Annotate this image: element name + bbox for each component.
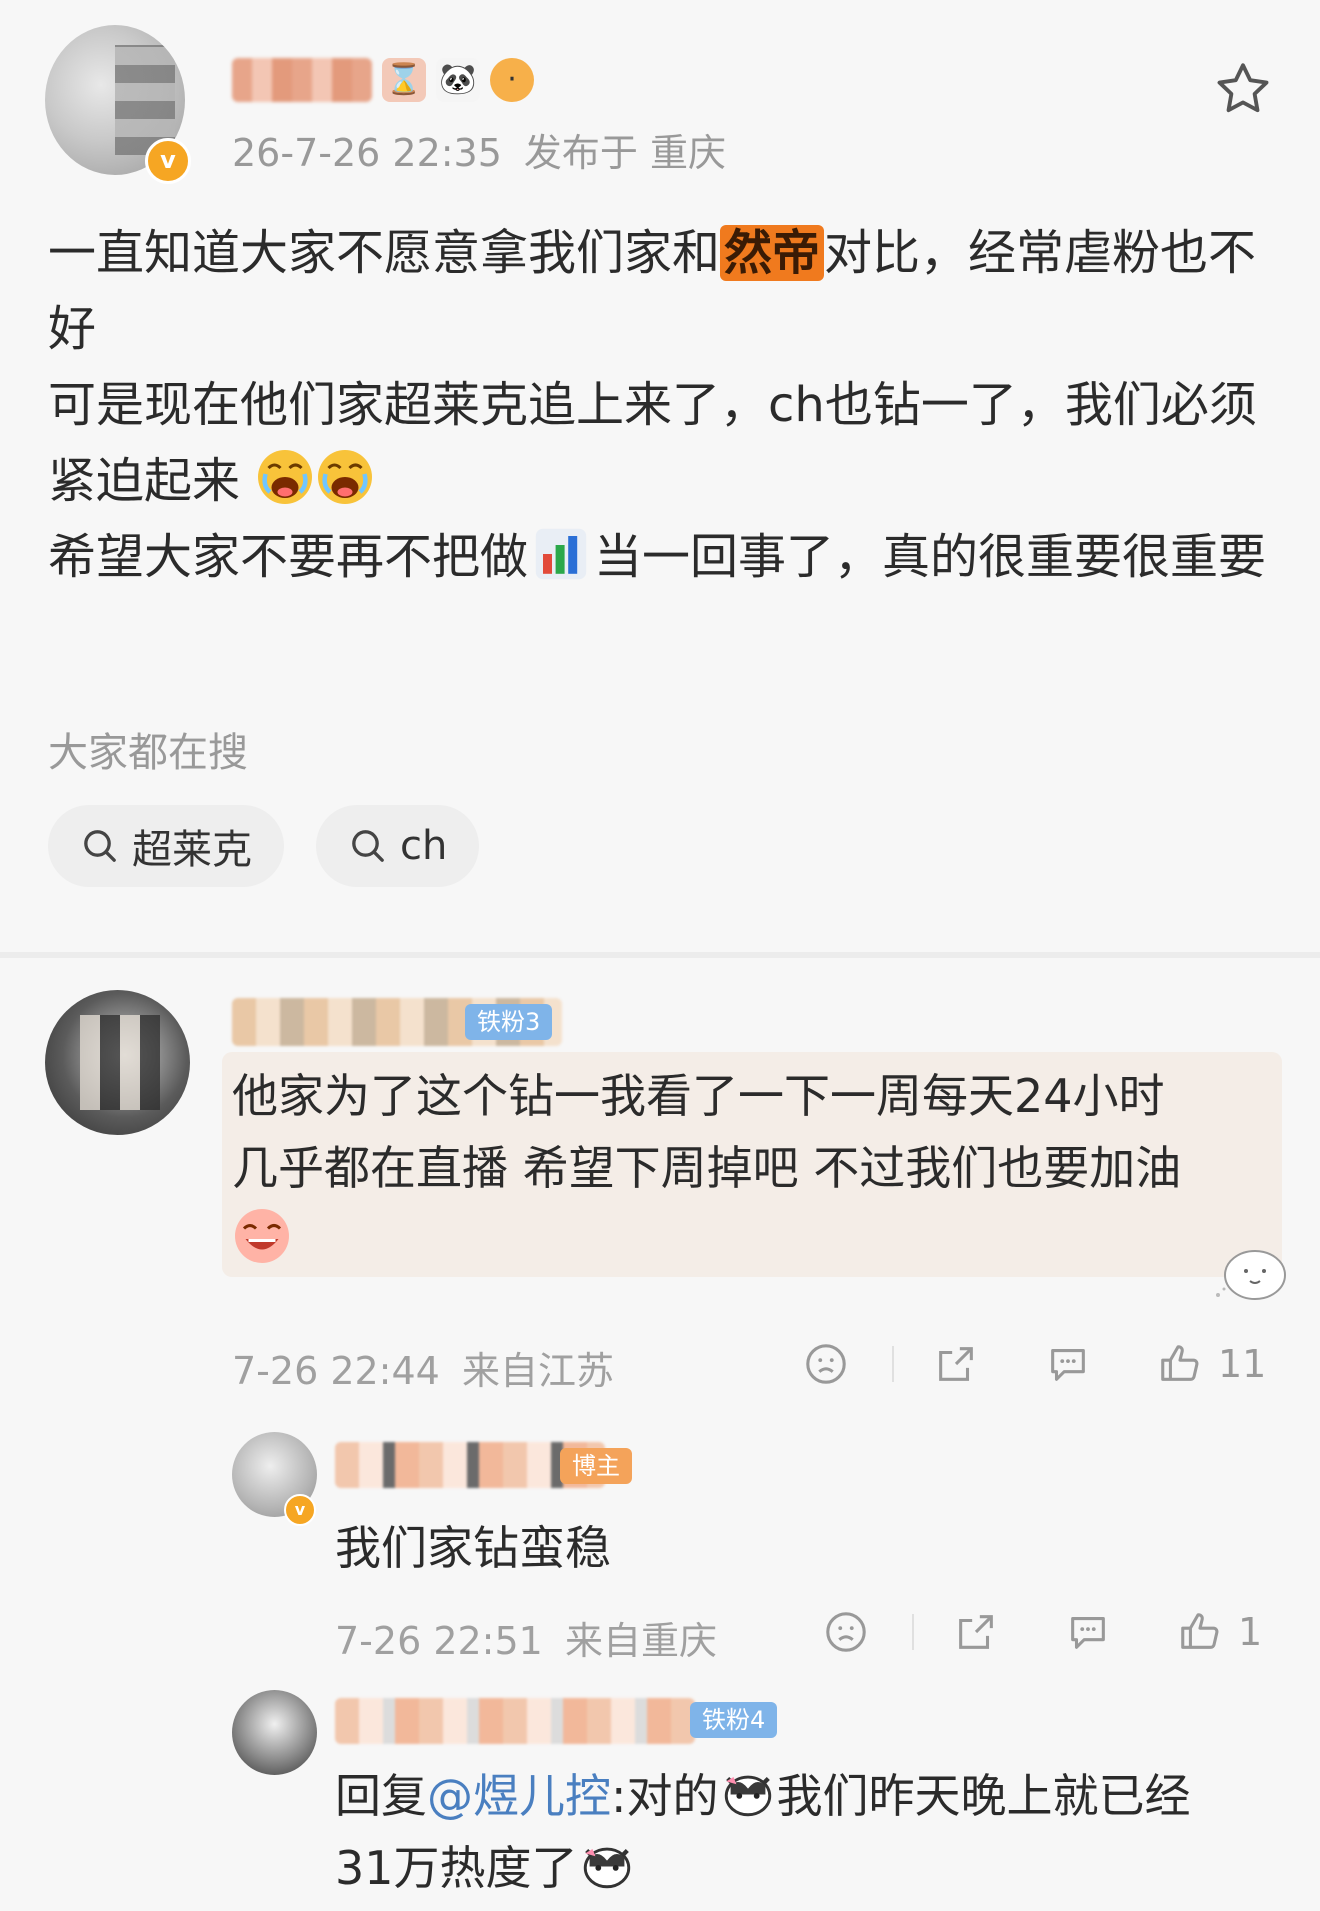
fan-badge: 铁粉4 bbox=[690, 1702, 778, 1738]
fan-badge: 铁粉3 bbox=[465, 1004, 553, 1040]
author-name-blurred bbox=[232, 58, 372, 102]
verified-badge-icon: v bbox=[284, 1494, 316, 1526]
bubble-sticker-icon bbox=[1216, 1250, 1286, 1300]
dislike-button[interactable] bbox=[800, 1338, 852, 1390]
comment-text: 他家为了这个钻一我看了一下一周每天24小时 几乎都在直播 希望下周掉吧 不过我们… bbox=[232, 1060, 1282, 1276]
bar-chart-emoji-icon bbox=[535, 528, 587, 580]
comment-meta: 7-26 22:44 来自江苏 bbox=[232, 1349, 614, 1393]
reply-button[interactable] bbox=[1042, 1338, 1094, 1390]
action-separator bbox=[892, 1346, 894, 1382]
action-separator bbox=[912, 1614, 914, 1650]
share-button[interactable] bbox=[930, 1338, 982, 1390]
post-card: v ⌛ 🐼 · 26-7-26 22:35 发布于 重庆 一直知道大家不愿意拿我们… bbox=[0, 0, 1320, 950]
trending-search-title: 大家都在搜 bbox=[48, 730, 248, 776]
search-icon bbox=[84, 830, 116, 862]
reply-actions: 1 bbox=[820, 1606, 1262, 1658]
mention-link[interactable]: @煜儿控 bbox=[427, 1769, 611, 1823]
like-button[interactable] bbox=[1174, 1606, 1226, 1658]
section-divider bbox=[0, 952, 1320, 958]
reply-button[interactable] bbox=[1062, 1606, 1114, 1658]
reply-avatar[interactable] bbox=[232, 1690, 317, 1775]
comment-icon bbox=[1051, 1349, 1085, 1381]
post-meta: 26-7-26 22:35 发布于 重庆 bbox=[232, 122, 726, 177]
reply-text: 回复@煜儿控:对的 我们昨天晚上就已经 31万热度了 bbox=[335, 1760, 1285, 1904]
post-paragraph-3: 希望大家不要再不把做 当一回事了，真的很重要很重要 bbox=[48, 528, 1267, 585]
crying-face-emoji-icon bbox=[318, 450, 373, 504]
orange-face-icon: · bbox=[490, 58, 534, 102]
reply-author-name-blurred[interactable] bbox=[335, 1698, 695, 1744]
post-body: 一直知道大家不愿意拿我们家和然帝对比，经常虐粉也不好 可是现在他们家超莱克追上来… bbox=[48, 215, 1288, 595]
reply-meta: 7-26 22:51 来自重庆 bbox=[335, 1619, 717, 1663]
share-button[interactable] bbox=[950, 1606, 1002, 1658]
post-timestamp: 26-7-26 22:35 bbox=[232, 131, 502, 175]
dislike-button[interactable] bbox=[820, 1606, 872, 1658]
verified-badge-icon: v bbox=[145, 138, 191, 184]
thumbs-up-icon bbox=[1161, 1345, 1199, 1381]
cat-emoji-icon bbox=[724, 1775, 771, 1817]
highlighted-text: 然帝 bbox=[720, 225, 825, 281]
hourglass-icon: ⌛ bbox=[382, 58, 426, 102]
comment-actions: 11 bbox=[800, 1338, 1266, 1390]
sad-face-icon bbox=[806, 1344, 846, 1384]
reply-text: 我们家钻蛮稳 bbox=[335, 1521, 611, 1575]
sad-face-icon bbox=[826, 1612, 866, 1652]
favorite-star-icon[interactable] bbox=[1212, 58, 1274, 120]
share-icon bbox=[939, 1347, 973, 1381]
thumbs-up-icon bbox=[1181, 1613, 1219, 1649]
commenter-avatar[interactable] bbox=[45, 990, 190, 1135]
post-paragraph-1: 一直知道大家不愿意拿我们家和然帝对比，经常虐粉也不好 bbox=[48, 225, 1257, 357]
search-chip[interactable]: ch bbox=[316, 805, 480, 887]
like-button[interactable] bbox=[1154, 1338, 1206, 1390]
author-badge: 博主 bbox=[560, 1448, 632, 1484]
comment-icon bbox=[1071, 1617, 1105, 1649]
search-chip[interactable]: 超莱克 bbox=[48, 805, 284, 887]
laughing-face-emoji-icon bbox=[235, 1209, 289, 1263]
trending-search-chips: 超莱克 ch bbox=[48, 805, 480, 887]
post-paragraph-2: 可是现在他们家超莱克追上来了，ch也钻一了，我们必须紧迫起来 bbox=[48, 377, 1257, 509]
search-icon bbox=[352, 830, 384, 862]
post-location: 发布于 重庆 bbox=[523, 131, 726, 175]
like-count: 1 bbox=[1238, 1610, 1263, 1654]
author-name[interactable]: ⌛ 🐼 · bbox=[232, 50, 534, 110]
like-count: 11 bbox=[1218, 1342, 1267, 1386]
panda-icon: 🐼 bbox=[436, 58, 480, 102]
cat-emoji-icon bbox=[583, 1847, 630, 1889]
share-icon bbox=[959, 1615, 993, 1649]
crying-face-emoji-icon bbox=[258, 450, 313, 504]
